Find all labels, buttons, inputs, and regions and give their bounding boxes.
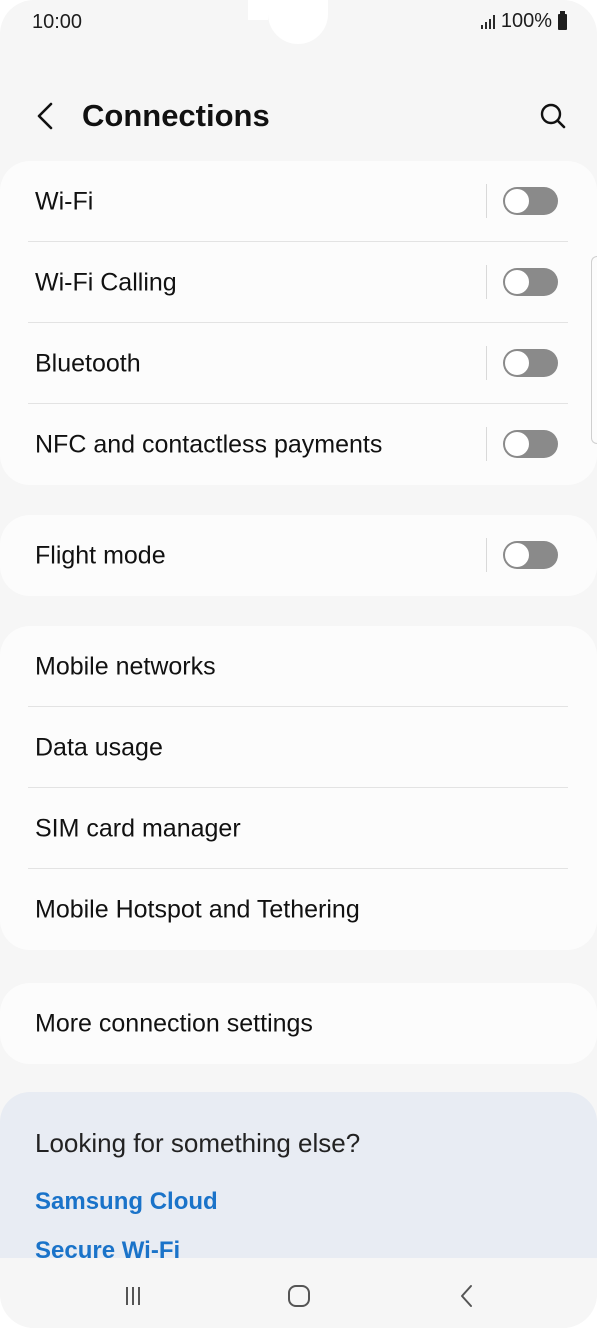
flight-mode-group: Flight mode xyxy=(0,515,597,596)
scroll-indicator[interactable] xyxy=(591,256,597,444)
toggle-separator xyxy=(486,184,487,218)
row-label: More connection settings xyxy=(35,1009,313,1037)
connections-group-toggles: Wi-Fi Wi-Fi Calling Bluetooth NFC and co… xyxy=(0,161,597,485)
signal-icon xyxy=(480,14,495,29)
more-settings-group: More connection settings xyxy=(0,983,597,1064)
camera-notch xyxy=(268,0,328,44)
nfc-row[interactable]: NFC and contactless payments xyxy=(0,404,597,485)
search-button[interactable] xyxy=(531,94,575,138)
sim-card-manager-row[interactable]: SIM card manager xyxy=(0,788,597,869)
toggle-separator xyxy=(486,265,487,299)
suggestions-title: Looking for something else? xyxy=(35,1128,361,1158)
back-icon xyxy=(461,1285,472,1307)
more-connection-settings-row[interactable]: More connection settings xyxy=(0,983,597,1064)
nav-back-button[interactable] xyxy=(445,1274,489,1318)
row-label: Flight mode xyxy=(35,541,166,569)
row-label: Mobile Hotspot and Tethering xyxy=(35,895,360,923)
page-title: Connections xyxy=(82,98,270,133)
search-icon xyxy=(540,103,566,129)
wifi-toggle[interactable] xyxy=(503,187,558,215)
row-label: Data usage xyxy=(35,733,163,761)
home-button[interactable] xyxy=(277,1274,321,1318)
bluetooth-toggle[interactable] xyxy=(503,349,558,377)
battery-icon xyxy=(558,10,567,30)
toggle-knob xyxy=(504,188,530,214)
status-bar: 10:00 100% xyxy=(0,0,597,46)
mobile-networks-row[interactable]: Mobile networks xyxy=(0,626,597,707)
app-header: Connections xyxy=(0,80,597,152)
toggle-knob xyxy=(504,350,530,376)
row-label: Mobile networks xyxy=(35,652,216,680)
navigation-bar xyxy=(0,1258,597,1328)
mobile-hotspot-row[interactable]: Mobile Hotspot and Tethering xyxy=(0,869,597,950)
home-icon xyxy=(288,1285,310,1307)
wifi-calling-toggle[interactable] xyxy=(503,268,558,296)
suggestions-card: Looking for something else? Samsung Clou… xyxy=(0,1092,597,1258)
toggle-separator xyxy=(486,346,487,380)
status-indicators: 100% xyxy=(480,10,567,33)
toggle-knob xyxy=(504,542,530,568)
back-button[interactable] xyxy=(24,94,68,138)
row-label: Bluetooth xyxy=(35,349,141,377)
toggle-knob xyxy=(504,431,530,457)
recents-icon xyxy=(126,1287,140,1305)
network-group: Mobile networks Data usage SIM card mana… xyxy=(0,626,597,950)
row-label: Wi-Fi xyxy=(35,187,94,215)
data-usage-row[interactable]: Data usage xyxy=(0,707,597,788)
status-time: 10:00 xyxy=(32,11,83,33)
toggle-separator xyxy=(486,538,487,572)
toggle-separator xyxy=(486,427,487,461)
wifi-calling-row[interactable]: Wi-Fi Calling xyxy=(0,242,597,323)
notch-shoulder xyxy=(248,0,268,20)
samsung-cloud-link[interactable]: Samsung Cloud xyxy=(35,1188,218,1216)
recents-button[interactable] xyxy=(111,1274,155,1318)
wifi-row[interactable]: Wi-Fi xyxy=(0,161,597,242)
bluetooth-row[interactable]: Bluetooth xyxy=(0,323,597,404)
flight-mode-row[interactable]: Flight mode xyxy=(0,515,597,596)
row-label: NFC and contactless payments xyxy=(35,430,383,458)
secure-wifi-link[interactable]: Secure Wi-Fi xyxy=(35,1237,180,1258)
row-label: Wi-Fi Calling xyxy=(35,268,177,296)
device-screen: 10:00 100% Connections Wi-Fi Wi-Fi Calli… xyxy=(0,0,597,1328)
chevron-left-icon xyxy=(37,102,53,130)
nfc-toggle[interactable] xyxy=(503,430,558,458)
battery-percent: 100% xyxy=(500,10,552,32)
row-label: SIM card manager xyxy=(35,814,241,842)
flight-mode-toggle[interactable] xyxy=(503,541,558,569)
toggle-knob xyxy=(504,269,530,295)
